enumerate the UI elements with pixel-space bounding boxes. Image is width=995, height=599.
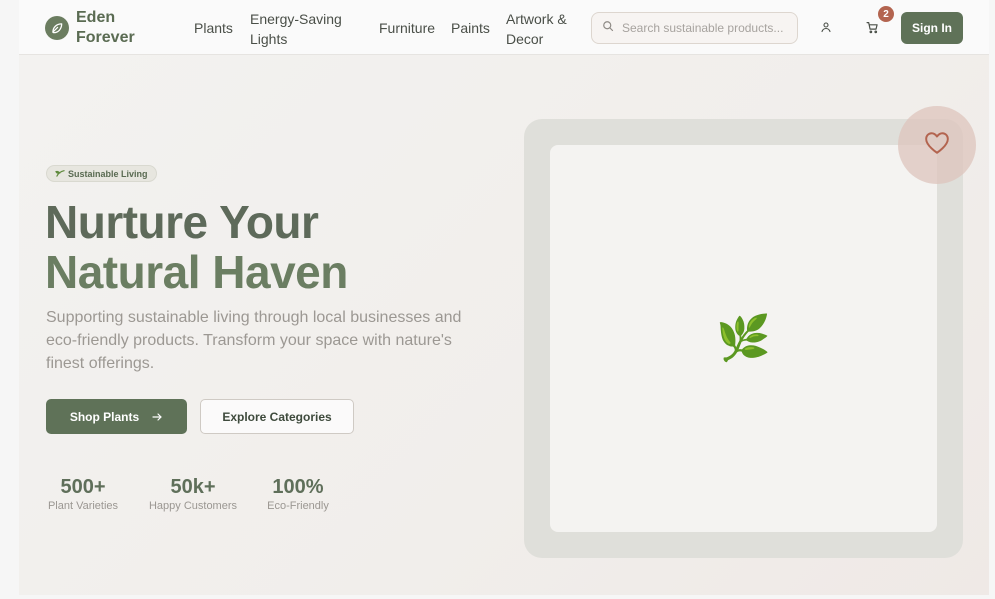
nav-item-paints[interactable]: Paints [451,18,490,38]
stat-value: 50k+ [170,476,216,498]
leaf-icon [45,16,69,40]
hero-image-card: 🌿 [524,119,963,558]
stat-eco-friendly: 100% Eco-Friendly [262,476,334,512]
sprout-icon [55,168,68,179]
stat-label: Happy Customers [148,500,238,512]
search-input[interactable] [622,21,792,35]
cart-count-badge: 2 [878,6,894,22]
stat-label: Plant Varieties [47,500,119,512]
arrow-right-icon [152,412,162,421]
pill-label: Sustainable Living [68,168,148,179]
herb-image-icon: 🌿 [716,313,771,363]
search-bar[interactable] [591,12,798,44]
page-frame: Eden Forever Plants Energy-Saving Lights… [19,0,989,595]
heart-icon [924,131,950,160]
favorite-button[interactable] [898,106,976,184]
site-header: Eden Forever Plants Energy-Saving Lights… [19,0,989,55]
sustainable-living-pill: Sustainable Living [46,165,157,182]
brand-name: Eden Forever [76,9,135,46]
stat-value: 500+ [60,476,106,498]
shop-plants-label: Shop Plants [69,409,140,424]
user-icon[interactable] [816,17,836,37]
nav-item-furniture[interactable]: Furniture [379,18,435,38]
cart-icon[interactable] [862,17,882,37]
hero-headline: Nurture Your Natural Haven [45,197,348,297]
stat-plant-varieties: 500+ Plant Varieties [46,476,120,512]
nav-item-plants[interactable]: Plants [194,18,233,38]
nav-item-energy-saving-lights[interactable]: Energy-Saving Lights [250,9,350,49]
headline-line-2: Natural Haven [45,246,348,298]
brand-logo[interactable]: Eden Forever [45,8,146,48]
explore-categories-button[interactable]: Explore Categories [200,399,354,434]
headline-line-1: Nurture Your [45,196,319,248]
stat-value: 100% [272,476,324,498]
sign-in-button[interactable]: Sign In [901,12,963,44]
hero-description: Supporting sustainable living through lo… [46,309,462,372]
stat-happy-customers: 50k+ Happy Customers [145,476,241,512]
shop-plants-button[interactable]: Shop Plants [46,399,187,434]
hero-image-frame: 🌿 [550,145,937,532]
nav-item-artwork-decor[interactable]: Artwork & Decor [506,9,572,49]
stat-label: Eco-Friendly [267,500,329,512]
search-icon [602,19,614,37]
